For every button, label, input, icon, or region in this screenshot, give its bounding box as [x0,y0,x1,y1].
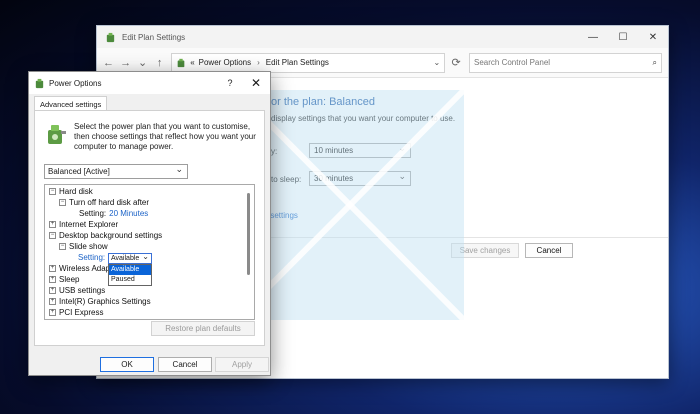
slide-show-value: Available [111,255,140,262]
breadcrumb-edit-plan[interactable]: Edit Plan Settings [266,58,329,67]
search-input[interactable]: Search Control Panel ⌕ [469,52,662,73]
collapse-icon[interactable]: − [49,232,56,239]
tree-label: Desktop background settings [59,231,163,240]
power-options-dialog: Power Options ? ✕ Advanced settings Sele… [28,71,271,376]
forward-arrow-icon[interactable]: → [120,57,131,69]
tree-label: Hard disk [59,187,93,196]
close-icon[interactable]: ✕ [638,26,668,48]
address-box[interactable]: « Power Options › Edit Plan Settings ⌄ [171,52,446,73]
power-plan-select[interactable]: Balanced [Active] [44,164,188,179]
address-dropdown-icon[interactable]: ⌄ [433,58,440,67]
dialog-title: Power Options [49,78,102,88]
tree-item-desktop-background[interactable]: − Desktop background settings [49,231,162,240]
power-options-titlebar: Power Options ? ✕ [29,72,270,94]
ok-button[interactable]: OK [100,357,154,372]
intro-text: Select the power plan that you want to c… [74,122,256,151]
sleep-label: to sleep: [271,175,302,184]
maximize-icon[interactable]: ☐ [608,26,638,48]
tree-item-slide-show[interactable]: − Slide show [59,242,108,251]
plan-heading: or the plan: Balanced [271,96,375,108]
hd-setting-value[interactable]: 20 Minutes [109,209,148,218]
tree-label: Intel(R) Graphics Settings [59,297,151,306]
expand-icon[interactable]: + [49,221,56,228]
tree-item-slide-setting[interactable]: Setting: [78,253,105,262]
expand-icon[interactable]: + [49,298,56,305]
tree-label: Wireless Adap [59,264,111,273]
tree-label: PCI Express [59,308,104,317]
refresh-icon[interactable]: ⟳ [451,56,461,69]
up-arrow-icon[interactable]: ↑ [154,57,165,69]
minimize-icon[interactable]: — [578,26,608,48]
expand-icon[interactable]: + [49,276,56,283]
tree-item-wireless[interactable]: + Wireless Adap [49,264,110,273]
power-plan-value: Balanced [Active] [48,167,110,176]
power-options-icon [35,78,44,88]
expand-icon[interactable]: + [49,287,56,294]
collapse-icon[interactable]: − [59,199,66,206]
breadcrumb-prefix[interactable]: « [190,58,194,67]
option-available[interactable]: Available [109,265,151,275]
tree-item-hd-setting[interactable]: Setting: 20 Minutes [79,209,148,218]
apply-button[interactable]: Apply [215,357,269,372]
save-changes-button[interactable]: Save changes [451,243,519,258]
cancel-button[interactable]: Cancel [158,357,212,372]
restore-defaults-button[interactable]: Restore plan defaults [151,321,255,336]
back-arrow-icon[interactable]: ← [103,57,114,69]
footer-divider [217,237,668,238]
collapse-icon[interactable]: − [49,188,56,195]
display-off-select[interactable]: 10 minutes [309,143,411,158]
advanced-settings-panel: Select the power plan that you want to c… [34,110,265,346]
expand-icon[interactable]: + [49,309,56,316]
search-icon[interactable]: ⌕ [653,58,657,68]
tree-label: Slide show [69,242,108,251]
sleep-select[interactable]: 30 minutes [309,171,411,186]
tree-item-pci-express[interactable]: + PCI Express [49,308,103,317]
search-placeholder: Search Control Panel [474,58,551,67]
sleep-value: 30 minutes [314,174,354,183]
window-controls: — ☐ ✕ [578,26,668,48]
tree-label: Turn off hard disk after [69,198,150,207]
slide-show-options: Available Paused [108,264,152,286]
tree-label: USB settings [59,286,106,295]
option-paused[interactable]: Paused [109,275,151,285]
edit-plan-titlebar: Edit Plan Settings — ☐ ✕ [97,26,668,48]
tree-item-intel-graphics[interactable]: + Intel(R) Graphics Settings [49,297,151,306]
slide-show-select[interactable]: Available [108,252,152,264]
edit-plan-cancel-button[interactable]: Cancel [525,243,573,258]
display-off-label: y: [271,147,278,156]
tree-scrollbar[interactable] [247,193,250,275]
tree-item-hard-disk[interactable]: − Hard disk [49,187,93,196]
breadcrumb-power-options[interactable]: Power Options [199,58,251,67]
plan-description: display settings that you want your comp… [271,114,456,123]
tree-item-sleep[interactable]: + Sleep [49,275,79,284]
power-plan-icon [48,125,66,144]
breadcrumb-separator-icon: › [257,58,260,67]
tree-item-turn-off-hd[interactable]: − Turn off hard disk after [59,198,149,207]
tree-item-usb[interactable]: + USB settings [49,286,105,295]
control-panel-icon [177,58,185,67]
display-off-value: 10 minutes [314,146,354,155]
expand-icon[interactable]: + [49,265,56,272]
window-title: Edit Plan Settings [122,32,186,42]
setting-label: Setting: [79,209,107,218]
dialog-close-icon[interactable]: ✕ [242,76,270,90]
tree-label: Internet Explorer [59,220,119,229]
power-options-icon [106,32,115,42]
tree-item-internet-explorer[interactable]: + Internet Explorer [49,220,118,229]
help-icon[interactable]: ? [218,78,242,88]
recent-chevron-icon[interactable]: ⌄ [137,56,148,69]
settings-tree[interactable]: − Hard disk − Turn off hard disk after S… [44,184,255,320]
setting-label: Setting: [78,253,106,262]
tree-label: Sleep [59,275,80,284]
collapse-icon[interactable]: − [59,243,66,250]
